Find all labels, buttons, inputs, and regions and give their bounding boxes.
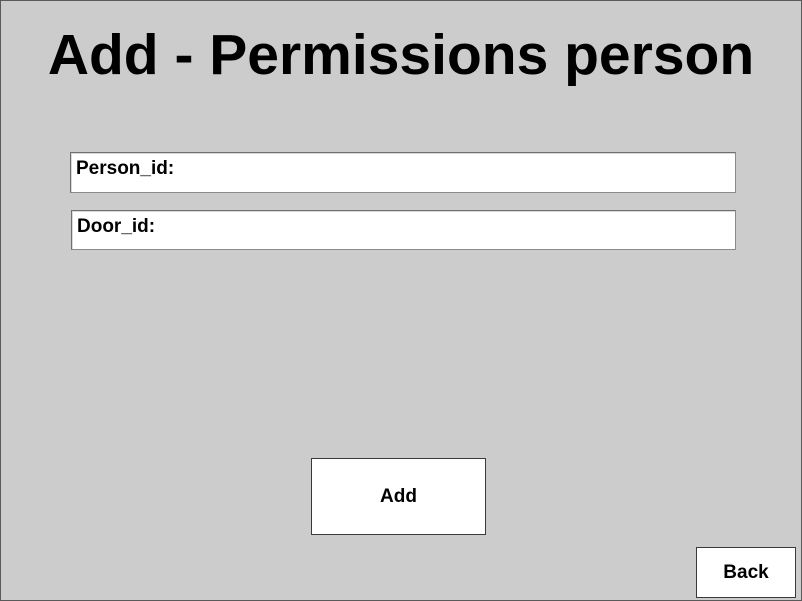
person-id-field[interactable]: Person_id: (70, 152, 736, 193)
person-id-label: Person_id: (76, 158, 175, 179)
door-id-input[interactable] (164, 216, 727, 242)
add-permissions-person-screen: Add - Permissions person Person_id: Door… (0, 0, 802, 601)
add-button[interactable]: Add (311, 458, 486, 535)
page-title: Add - Permissions person (47, 23, 755, 87)
person-id-input[interactable] (181, 158, 727, 184)
door-id-field[interactable]: Door_id: (71, 210, 736, 250)
back-button[interactable]: Back (696, 547, 796, 598)
door-id-label: Door_id: (77, 216, 156, 237)
